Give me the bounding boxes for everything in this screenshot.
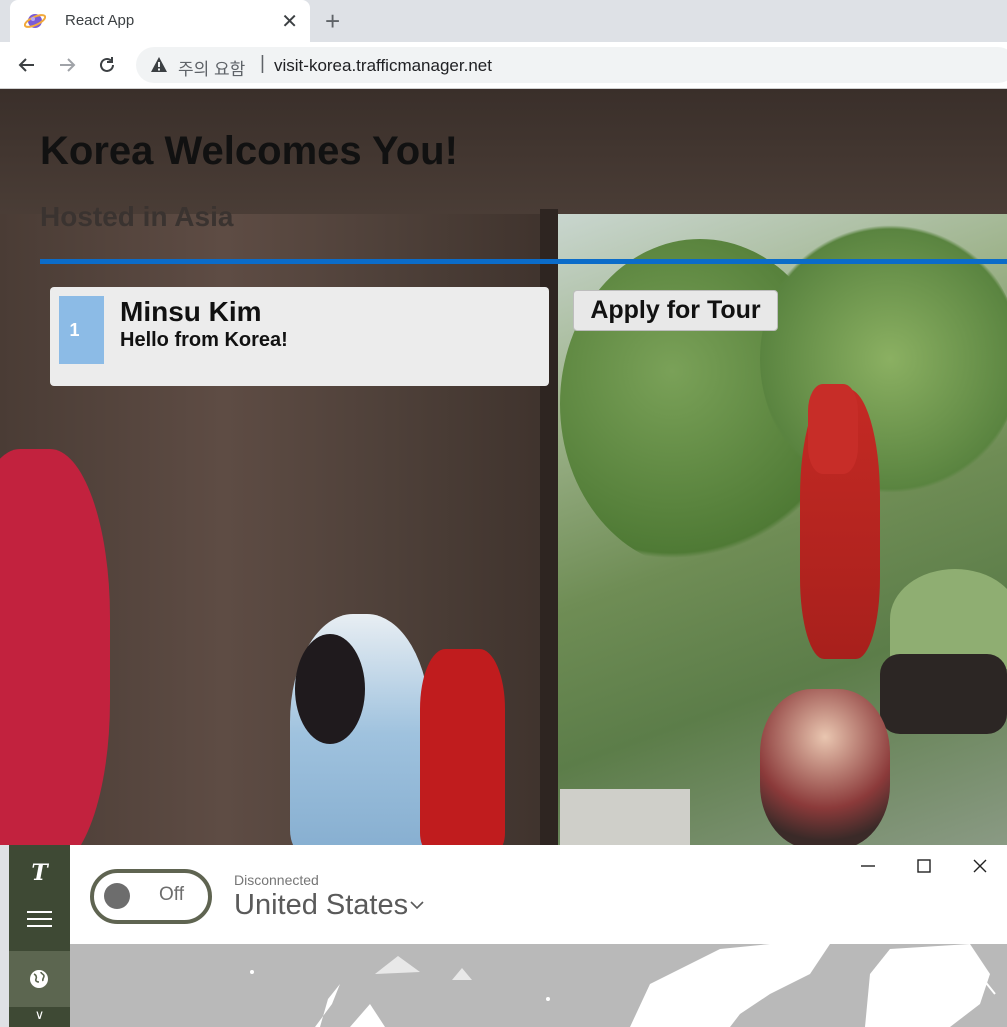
back-button[interactable] [14, 52, 40, 78]
back-icon [18, 58, 34, 72]
vpn-app-window: T ∨ Off Disconnected United States [9, 845, 1007, 1027]
visitor-card: 1 Minsu Kim Hello from Korea! [50, 287, 549, 386]
page-title: Korea Welcomes You! [40, 129, 458, 173]
vpn-toggle[interactable]: Off [90, 869, 212, 924]
page-subtitle: Hosted in Asia [40, 201, 234, 232]
sidebar-item-map[interactable] [9, 951, 70, 1007]
tab-close-icon[interactable]: ✕ [281, 9, 298, 34]
logo-icon: T [31, 860, 48, 886]
vpn-sidebar: T ∨ [9, 845, 70, 1027]
app-favicon-icon [24, 14, 46, 28]
reload-icon [100, 57, 114, 72]
background-red-cloth [0, 449, 110, 845]
divider [40, 259, 1007, 264]
background-hair [295, 634, 365, 744]
background-arm [880, 654, 1007, 734]
browser-tab[interactable]: React App ✕ [10, 0, 310, 42]
address-separator: | [260, 53, 265, 74]
world-map[interactable] [70, 944, 1007, 1027]
country-selector[interactable]: United States [234, 889, 408, 922]
new-tab-button[interactable]: + [325, 6, 340, 36]
background-umbrella [808, 384, 858, 474]
apply-for-tour-button[interactable]: Apply for Tour [573, 290, 778, 331]
toggle-knob [104, 883, 130, 909]
web-page: Korea Welcomes You! Hosted in Asia 1 Min… [0, 89, 1007, 845]
forward-icon [60, 58, 76, 72]
background-fence [560, 789, 690, 845]
menu-icon[interactable] [27, 911, 52, 932]
sidebar-item-more[interactable]: ∨ [9, 1007, 70, 1027]
warning-icon [151, 57, 167, 72]
map-landmass [250, 944, 996, 1027]
maximize-icon[interactable] [911, 853, 937, 879]
chevron-down-icon[interactable] [410, 900, 424, 910]
card-index-badge: 1 [59, 296, 104, 364]
connection-status: Disconnected [234, 872, 319, 888]
close-icon[interactable] [967, 853, 993, 879]
card-message: Hello from Korea! [120, 329, 288, 351]
security-label[interactable]: 주의 요함 [178, 55, 245, 80]
url-text[interactable]: visit-korea.trafficmanager.net [274, 56, 492, 76]
browser-toolbar: 주의 요함 | visit-korea.trafficmanager.net [0, 42, 1007, 89]
tab-strip: React App ✕ + [0, 0, 1007, 42]
background-ornament [420, 649, 505, 845]
toggle-label: Off [159, 884, 184, 905]
reload-button[interactable] [94, 52, 120, 78]
card-name: Minsu Kim [120, 296, 262, 327]
forward-button[interactable] [54, 52, 80, 78]
minimize-icon[interactable] [855, 853, 881, 879]
address-bar[interactable]: 주의 요함 | visit-korea.trafficmanager.net [136, 47, 1007, 83]
globe-icon [30, 970, 48, 988]
tab-title: React App [65, 12, 135, 29]
background-person [760, 689, 890, 845]
